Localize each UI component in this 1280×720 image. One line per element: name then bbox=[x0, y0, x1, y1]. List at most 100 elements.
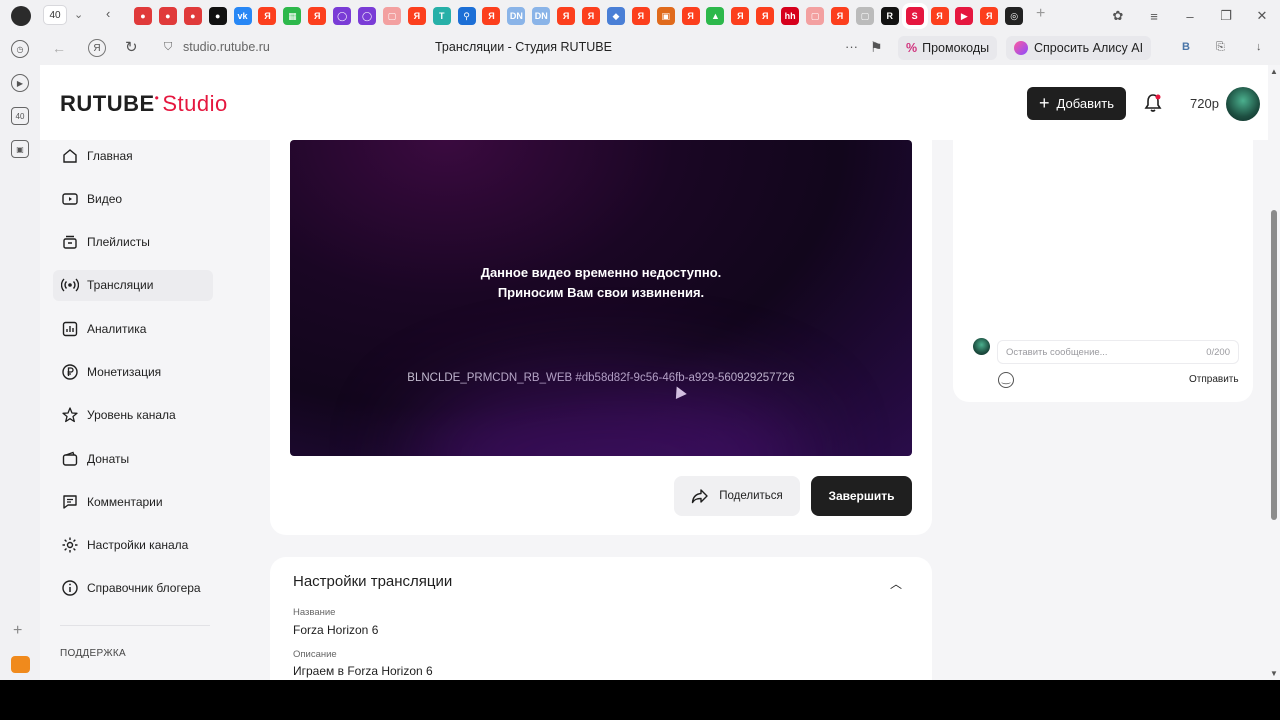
tab-counter-icon[interactable]: 40 bbox=[11, 107, 29, 125]
add-button[interactable]: + Добавить bbox=[1027, 87, 1126, 120]
url-text[interactable]: studio.rutube.ru bbox=[183, 40, 270, 54]
sidebar-item[interactable]: Трансляции bbox=[53, 269, 213, 301]
tab-favicon[interactable]: ▢ bbox=[855, 7, 874, 25]
new-tab-icon[interactable]: + bbox=[1036, 5, 1045, 23]
tab-favicon[interactable]: ▢ bbox=[382, 7, 401, 25]
minimize-icon[interactable]: – bbox=[1172, 9, 1208, 24]
scroll-up-icon[interactable]: ▲ bbox=[1270, 67, 1278, 76]
video-icon bbox=[61, 190, 79, 208]
downloads-icon[interactable]: ↓ bbox=[1256, 41, 1262, 53]
sidebar-item[interactable]: Аналитика bbox=[53, 313, 213, 344]
extension-icon[interactable]: ✿ bbox=[1100, 8, 1136, 24]
tab-favicon[interactable]: ◯ bbox=[333, 7, 352, 25]
vk-extension-icon[interactable]: В bbox=[1182, 41, 1190, 53]
reload-icon[interactable]: ↻ bbox=[125, 38, 138, 56]
emoji-icon[interactable] bbox=[998, 372, 1014, 388]
promo-button[interactable]: % Промокоды bbox=[898, 36, 998, 60]
tab-favicon-yandex[interactable]: Я bbox=[258, 7, 277, 25]
tab-favicon-yandex[interactable]: Я bbox=[756, 7, 775, 25]
site-info-icon[interactable]: ⛉ bbox=[164, 41, 172, 54]
scroll-down-icon[interactable]: ▼ bbox=[1270, 669, 1278, 678]
tab-favicon[interactable]: DN bbox=[507, 7, 526, 25]
mail-icon[interactable] bbox=[11, 656, 30, 673]
sidebar-item[interactable]: Главная bbox=[53, 140, 213, 171]
tab-favicon[interactable]: ▶ bbox=[955, 7, 974, 25]
sidebar-item[interactable]: Настройки канала bbox=[53, 530, 213, 561]
bookmark-icon[interactable]: ⚑ bbox=[870, 39, 883, 56]
tab-favicon[interactable]: ▲ bbox=[706, 7, 725, 25]
restore-icon[interactable]: ❐ bbox=[1208, 8, 1244, 24]
tab-favicon[interactable]: T bbox=[432, 7, 451, 25]
balance-text[interactable]: 720р bbox=[1190, 96, 1219, 111]
send-message-button[interactable]: Отправить bbox=[1189, 374, 1239, 385]
finish-stream-button[interactable]: Завершить bbox=[811, 476, 912, 516]
tab-counter[interactable]: 40 bbox=[43, 5, 67, 25]
scroll-thumb[interactable] bbox=[1271, 210, 1277, 520]
page-scrollbar[interactable]: ▲ ▼ bbox=[1268, 65, 1280, 680]
share-button[interactable]: Поделиться bbox=[674, 476, 800, 516]
play-icon[interactable]: ▶ bbox=[11, 74, 29, 92]
tab-favicon[interactable]: hh bbox=[781, 7, 800, 25]
description-field-label: Описание bbox=[293, 649, 337, 660]
tab-favicon[interactable]: ◎ bbox=[1005, 7, 1024, 25]
close-icon[interactable]: ✕ bbox=[1244, 8, 1280, 24]
sidebar-item[interactable]: Уровень канала bbox=[53, 400, 213, 431]
tab-favicon-rutube[interactable]: R bbox=[880, 7, 899, 25]
video-player[interactable]: Данное видео временно недоступно. Принос… bbox=[290, 140, 912, 456]
chat-message-input[interactable]: Оставить сообщение... 0/200 bbox=[997, 340, 1239, 364]
tab-favicon-yandex[interactable]: Я bbox=[582, 7, 601, 25]
sidebar-item[interactable]: Справочник блогера bbox=[53, 573, 213, 604]
tab-favicon-yandex[interactable]: Я bbox=[731, 7, 750, 25]
tab-favicon[interactable]: ⚲ bbox=[457, 7, 476, 25]
tab-favicon[interactable]: DN bbox=[532, 7, 551, 25]
translate-icon[interactable]: ⎘ bbox=[1216, 41, 1225, 54]
collections-icon[interactable]: ▣ bbox=[11, 140, 29, 158]
sidebar-item[interactable]: Видео bbox=[53, 183, 213, 214]
tab-favicon-yandex[interactable]: Я bbox=[407, 7, 426, 25]
tab-favicon[interactable]: ◯ bbox=[358, 7, 377, 25]
tabs-scroll-left-icon[interactable]: ‹ bbox=[106, 6, 110, 21]
browser-logo-icon[interactable] bbox=[11, 6, 31, 26]
tab-favicon-yandex[interactable]: Я bbox=[631, 7, 650, 25]
tab-favicon-yandex[interactable]: Я bbox=[830, 7, 849, 25]
add-panel-icon[interactable]: + bbox=[13, 622, 22, 640]
sidebar-item-label: Монетизация bbox=[87, 364, 162, 379]
message-line-1: Данное видео временно недоступно. bbox=[480, 265, 722, 280]
error-code: BLNCLDE_PRMCDN_RB_WEB #db58d82f-9c56-46f… bbox=[407, 372, 795, 384]
description-field-value[interactable]: Играем в Forza Horizon 6 bbox=[293, 664, 433, 678]
back-icon[interactable]: ← bbox=[52, 40, 66, 56]
tab-favicon[interactable]: ▦ bbox=[283, 7, 302, 25]
user-avatar[interactable] bbox=[1226, 87, 1260, 121]
tab-favicon-yandex[interactable]: Я bbox=[930, 7, 949, 25]
ask-alice-button[interactable]: Спросить Алису AI bbox=[1006, 36, 1152, 60]
chevron-up-icon[interactable]: ︿ bbox=[890, 575, 902, 592]
tab-favicon[interactable]: ● bbox=[158, 7, 177, 25]
tab-favicon-yandex[interactable]: Я bbox=[980, 7, 999, 25]
sidebar-item[interactable]: Комментарии bbox=[53, 486, 213, 517]
sidebar-item-label: Главная bbox=[87, 148, 133, 163]
tab-favicon[interactable]: ● bbox=[134, 7, 152, 25]
tabs-dropdown-icon[interactable]: ⌄ bbox=[74, 8, 83, 21]
tab-favicon-yandex[interactable]: Я bbox=[557, 7, 576, 25]
tab-favicon-vk[interactable]: vk bbox=[233, 7, 252, 25]
sidebar-item-label: Комментарии bbox=[87, 494, 163, 509]
sidebar-item[interactable]: Донаты bbox=[53, 443, 213, 474]
name-field-value[interactable]: Forza Horizon 6 bbox=[293, 623, 378, 637]
sidebar-item[interactable]: Монетизация bbox=[53, 356, 213, 387]
yandex-home-icon[interactable]: Я bbox=[88, 39, 106, 57]
tab-favicon-yandex[interactable]: Я bbox=[482, 7, 501, 25]
rutube-studio-logo[interactable]: RUTUBE• Studio bbox=[60, 91, 228, 117]
menu-icon[interactable]: ≡ bbox=[1136, 9, 1172, 24]
more-options-icon[interactable]: ··· bbox=[845, 39, 858, 54]
notifications-bell-icon[interactable] bbox=[1143, 93, 1163, 113]
tab-favicon-yandex[interactable]: Я bbox=[681, 7, 700, 25]
tab-favicon[interactable]: ▢ bbox=[806, 7, 825, 25]
tab-favicon[interactable]: ● bbox=[183, 7, 202, 25]
tab-favicon-yandex[interactable]: Я bbox=[308, 7, 327, 25]
history-icon[interactable]: ◷ bbox=[11, 40, 29, 58]
tab-favicon[interactable]: ▣ bbox=[656, 7, 675, 25]
tab-favicon-active[interactable]: S bbox=[905, 7, 924, 25]
tab-favicon[interactable]: ● bbox=[208, 7, 227, 25]
tab-favicon[interactable]: ◆ bbox=[606, 7, 625, 25]
sidebar-item[interactable]: Плейлисты bbox=[53, 227, 213, 258]
